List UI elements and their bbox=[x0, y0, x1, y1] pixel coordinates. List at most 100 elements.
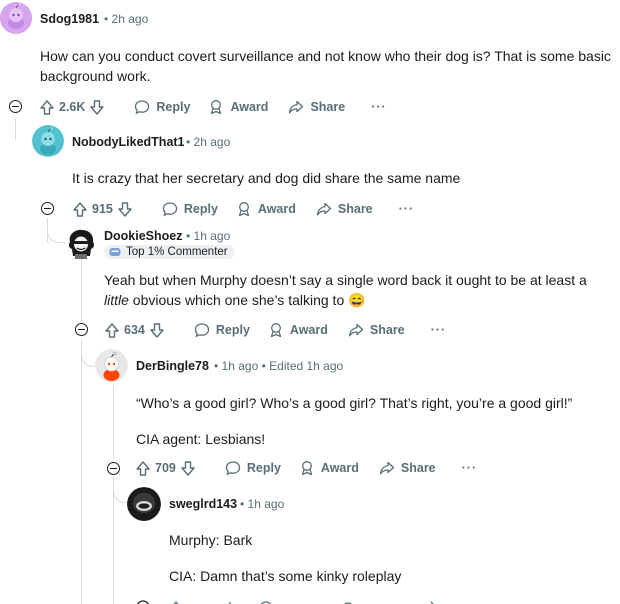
meta-separator: • bbox=[186, 135, 191, 149]
share-icon bbox=[316, 202, 332, 216]
avatar[interactable] bbox=[95, 349, 128, 382]
upvote-icon[interactable] bbox=[136, 460, 150, 476]
comment-body: Murphy: Bark CIA: Damn that’s some kinky… bbox=[169, 530, 609, 586]
snoo-avatar-icon bbox=[0, 2, 32, 34]
body-line: little obvious which one she’s talking t… bbox=[104, 290, 614, 310]
body-line: “Who’s a good girl? Who’s a good girl? T… bbox=[136, 395, 573, 411]
more-options-button[interactable]: ··· bbox=[431, 323, 447, 337]
body-line: Yeah but when Murphy doesn’t say a singl… bbox=[104, 272, 587, 288]
comment-time: • 1h ago bbox=[240, 497, 284, 511]
share-icon bbox=[289, 100, 304, 114]
body-line: How can you conduct covert surveillance … bbox=[40, 48, 611, 64]
vote-count: 634 bbox=[124, 323, 145, 337]
comment-body: It is crazy that her secretary and dog d… bbox=[72, 168, 612, 188]
reply-label: Reply bbox=[183, 202, 218, 216]
thread-branch-4 bbox=[113, 476, 128, 503]
downvote-icon[interactable] bbox=[118, 201, 132, 217]
edited-label: Edited 1h ago bbox=[269, 359, 344, 373]
share-label: Share bbox=[337, 202, 373, 216]
thread-branch-3 bbox=[81, 340, 96, 367]
share-button[interactable]: Share bbox=[348, 322, 405, 338]
more-options-button[interactable]: ··· bbox=[462, 461, 478, 475]
upvote-icon[interactable] bbox=[105, 322, 119, 338]
comment-body: Yeah but when Murphy doesn’t say a singl… bbox=[104, 270, 614, 310]
body-line: CIA agent: Lesbians! bbox=[136, 431, 266, 447]
award-label: Award bbox=[320, 461, 359, 475]
vote-count: 709 bbox=[155, 461, 176, 475]
comment-time: • 2h ago bbox=[186, 135, 230, 149]
award-icon bbox=[270, 323, 282, 338]
reply-button[interactable]: Reply bbox=[225, 460, 281, 476]
body-line: CIA: Damn that’s some kinky roleplay bbox=[169, 568, 402, 584]
share-button[interactable]: Share bbox=[316, 201, 373, 217]
comment-username[interactable]: DookieShoez bbox=[104, 229, 183, 243]
award-label: Award bbox=[257, 202, 296, 216]
share-button[interactable]: Share bbox=[288, 99, 345, 115]
reply-button[interactable]: Reply bbox=[162, 201, 218, 217]
share-button[interactable]: Share bbox=[379, 460, 436, 476]
award-icon bbox=[238, 202, 250, 217]
commenter-flair-badge: Top 1% Commenter bbox=[104, 245, 235, 259]
character-avatar-icon bbox=[68, 229, 95, 259]
avatar[interactable] bbox=[32, 125, 64, 157]
reply-button[interactable]: Reply bbox=[194, 322, 250, 338]
vote-group: 709 bbox=[136, 460, 195, 476]
avatar[interactable] bbox=[0, 2, 32, 34]
clipped-actions-row bbox=[136, 598, 466, 604]
share-label: Share bbox=[310, 100, 346, 114]
award-button[interactable]: Award bbox=[299, 460, 359, 476]
commenter-badge-icon bbox=[109, 248, 121, 256]
avatar[interactable] bbox=[127, 487, 161, 521]
comment-time: • 2h ago bbox=[104, 12, 148, 26]
clipped-actions-icons bbox=[137, 600, 434, 604]
thread-line-5[interactable] bbox=[113, 385, 114, 459]
body-text-rest: obvious which one she’s talking to bbox=[128, 292, 345, 308]
downvote-icon[interactable] bbox=[90, 99, 105, 115]
thread-line-3[interactable] bbox=[81, 256, 82, 321]
thread-line-4[interactable] bbox=[81, 340, 82, 604]
flair-label: Top 1% Commenter bbox=[126, 246, 228, 258]
award-icon bbox=[301, 461, 313, 476]
more-options-button[interactable]: ··· bbox=[399, 202, 415, 216]
reply-label: Reply bbox=[215, 323, 250, 337]
comment-actions: 915 Reply Award Share ··· bbox=[73, 198, 428, 220]
timestamp: 1h ago bbox=[247, 497, 285, 511]
emphasis-text: little bbox=[104, 292, 129, 308]
collapse-thread-button[interactable] bbox=[107, 462, 120, 475]
downvote-icon[interactable] bbox=[181, 460, 195, 476]
body-line: It is crazy that her secretary and dog d… bbox=[72, 170, 461, 186]
body-line: background work. bbox=[40, 68, 151, 84]
collapse-thread-button[interactable] bbox=[41, 202, 54, 215]
upvote-icon[interactable] bbox=[40, 99, 54, 115]
reply-button[interactable]: Reply bbox=[134, 99, 190, 115]
reply-icon bbox=[225, 461, 241, 476]
avatar[interactable] bbox=[64, 228, 98, 260]
comment-body: How can you conduct covert surveillance … bbox=[40, 46, 620, 86]
comment-username[interactable]: Sdog1981 bbox=[40, 12, 99, 26]
vote-group: 2.6K bbox=[40, 99, 105, 115]
upvote-icon[interactable] bbox=[73, 201, 87, 217]
share-icon bbox=[379, 461, 395, 475]
more-options-button[interactable]: ··· bbox=[371, 100, 387, 114]
comment-body: “Who’s a good girl? Who’s a good girl? T… bbox=[136, 393, 616, 449]
reply-icon bbox=[135, 100, 150, 115]
grinning-emoji-icon: 😄 bbox=[348, 292, 366, 308]
thread-branch-1 bbox=[15, 118, 32, 140]
award-button[interactable]: Award bbox=[268, 322, 328, 338]
collapse-thread-button[interactable] bbox=[75, 323, 88, 336]
collapse-thread-button[interactable] bbox=[9, 100, 22, 113]
reply-icon bbox=[194, 323, 210, 338]
meta-separator: • bbox=[214, 359, 219, 373]
award-label: Award bbox=[230, 100, 269, 114]
comment-username[interactable]: sweglrd143 bbox=[169, 497, 237, 511]
award-button[interactable]: Award bbox=[208, 99, 268, 115]
vote-count: 2.6K bbox=[59, 100, 86, 114]
reply-label: Reply bbox=[246, 461, 281, 475]
snoo-avatar-icon bbox=[32, 125, 64, 157]
reply-icon bbox=[162, 202, 178, 217]
downvote-icon[interactable] bbox=[150, 322, 164, 338]
comment-username[interactable]: DerBingle78 bbox=[136, 359, 209, 373]
comment-username[interactable]: NobodyLikedThat1 bbox=[72, 135, 185, 149]
award-button[interactable]: Award bbox=[236, 201, 296, 217]
share-label: Share bbox=[369, 323, 405, 337]
